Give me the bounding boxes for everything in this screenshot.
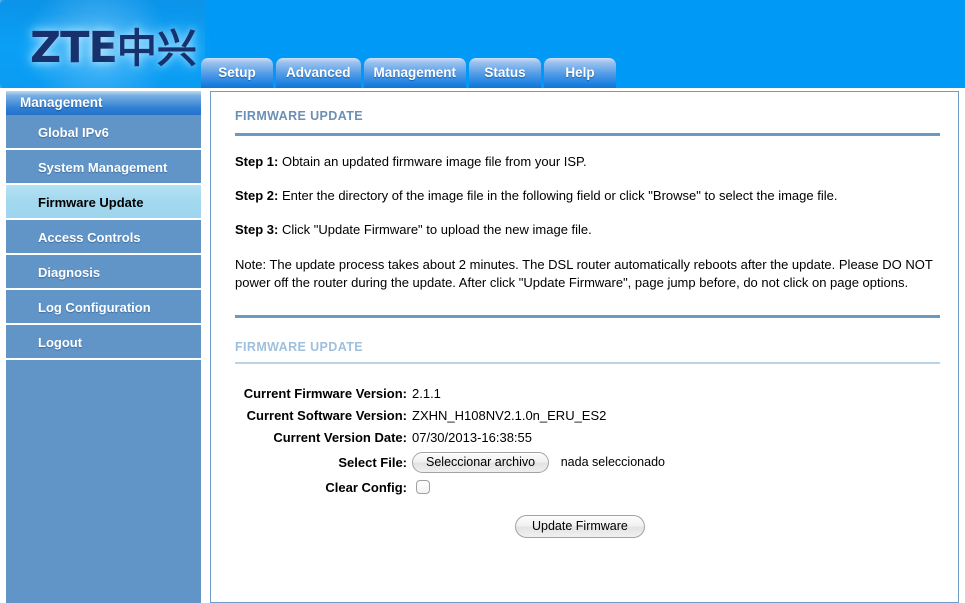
sidebar: Management Global IPv6 System Management… (6, 91, 201, 603)
software-version-value: ZXHN_H108NV2.1.0n_ERU_ES2 (412, 407, 607, 423)
submit-row: Update Firmware (407, 514, 958, 538)
step-1-text: Obtain an updated firmware image file fr… (278, 154, 587, 169)
file-input-group[interactable]: Seleccionar archivo nada seleccionado (412, 451, 665, 473)
body-area: Management Global IPv6 System Management… (0, 88, 965, 603)
row-software-version: Current Software Version: ZXHN_H108NV2.1… (211, 408, 958, 423)
firmware-form: Current Firmware Version: 2.1.1 Current … (211, 386, 958, 538)
header-banner: ZTE中兴 Setup Advanced Management Status H… (0, 0, 965, 88)
update-firmware-button[interactable]: Update Firmware (515, 514, 645, 538)
version-date-label: Current Version Date: (273, 429, 407, 445)
firmware-version-value: 2.1.1 (412, 385, 441, 401)
row-select-file: Select File: Seleccionar archivo nada se… (211, 451, 958, 473)
section-divider (235, 314, 940, 318)
sidebar-header: Management (6, 91, 201, 115)
sidebar-item-diagnosis[interactable]: Diagnosis (6, 255, 201, 290)
step-3-text: Click "Update Firmware" to upload the ne… (278, 221, 592, 237)
tab-advanced[interactable]: Advanced (276, 58, 361, 88)
tab-status[interactable]: Status (469, 58, 542, 88)
row-version-date: Current Version Date: 07/30/2013-16:38:5… (211, 430, 958, 445)
clear-config-label: Clear Config: (325, 479, 407, 495)
select-file-label: Select File: (338, 454, 407, 470)
firmware-version-label: Current Firmware Version: (243, 385, 407, 401)
row-clear-config: Clear Config: (211, 480, 958, 495)
main-nav-tabs: Setup Advanced Management Status Help (201, 58, 617, 88)
step-1-label: Step 1: (235, 154, 279, 169)
tab-help[interactable]: Help (544, 58, 617, 88)
section-title-underline (235, 361, 940, 364)
logo-chinese-text: 中兴 (116, 26, 197, 72)
file-status-text: nada seleccionado (560, 454, 665, 469)
sidebar-item-system-management[interactable]: System Management (6, 150, 201, 185)
sidebar-item-log-configuration[interactable]: Log Configuration (6, 290, 201, 325)
title-divider (235, 133, 940, 136)
step-2-text: Enter the directory of the image file in… (278, 187, 838, 203)
router-admin-page: ZTE中兴 Setup Advanced Management Status H… (0, 0, 965, 603)
sidebar-item-logout[interactable]: Logout (6, 325, 201, 360)
update-note: Note: The update process takes about 2 m… (235, 256, 933, 291)
software-version-label: Current Software Version: (246, 407, 407, 423)
logo-text: ZTE (30, 23, 118, 73)
sidebar-item-global-ipv6[interactable]: Global IPv6 (6, 115, 201, 150)
version-date-value: 07/30/2013-16:38:55 (412, 429, 532, 445)
clear-config-checkbox[interactable] (416, 480, 430, 495)
step-3: Step 3: Click "Update Firmware" to uploa… (235, 222, 934, 239)
tab-setup[interactable]: Setup (201, 58, 273, 88)
step-1: Step 1: Obtain an updated firmware image… (235, 154, 934, 171)
step-2-label: Step 2: (235, 187, 279, 203)
row-firmware-version: Current Firmware Version: 2.1.1 (211, 386, 958, 401)
sidebar-item-access-controls[interactable]: Access Controls (6, 220, 201, 255)
choose-file-button[interactable]: Seleccionar archivo (412, 451, 550, 473)
page-title: FIRMWARE UPDATE (235, 109, 363, 123)
instruction-steps: Step 1: Obtain an updated firmware image… (235, 154, 934, 239)
zte-logo: ZTE中兴 (30, 16, 197, 74)
step-2: Step 2: Enter the directory of the image… (235, 188, 934, 205)
tab-management[interactable]: Management (363, 58, 467, 88)
section-title: FIRMWARE UPDATE (235, 339, 363, 354)
sidebar-item-firmware-update[interactable]: Firmware Update (6, 185, 201, 220)
content-panel: FIRMWARE UPDATE Step 1: Obtain an update… (210, 91, 959, 603)
step-3-label: Step 3: (235, 221, 279, 237)
